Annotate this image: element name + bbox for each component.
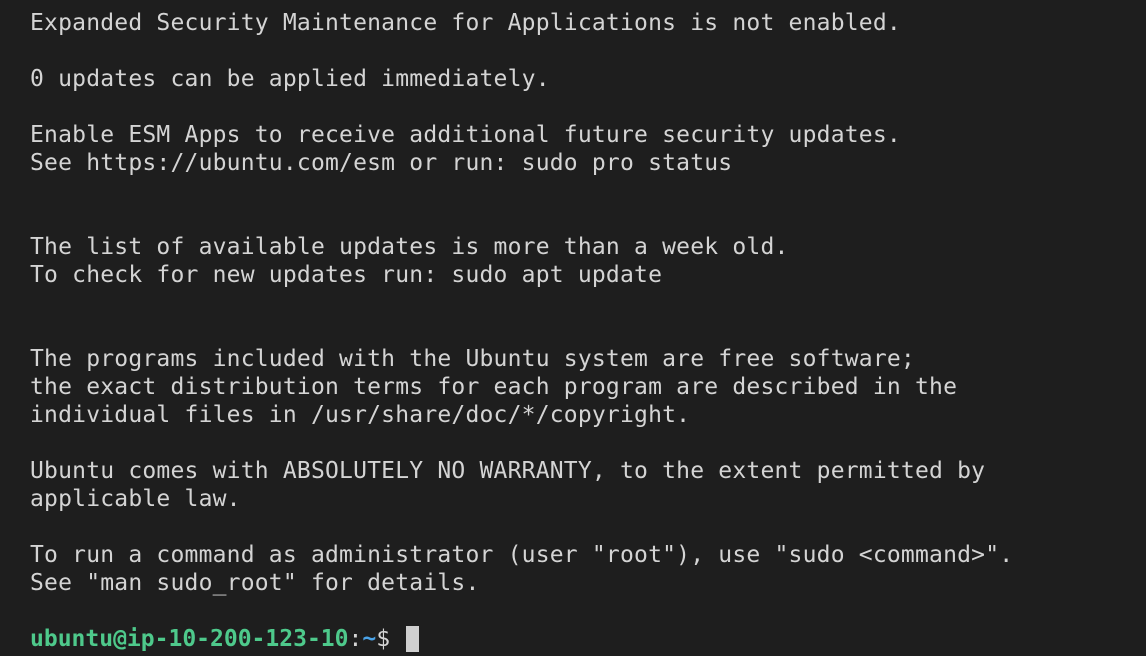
prompt-path: ~ xyxy=(362,626,377,652)
output-line: Ubuntu comes with ABSOLUTELY NO WARRANTY… xyxy=(30,458,986,484)
output-line: 0 updates can be applied immediately. xyxy=(30,66,550,92)
prompt-separator: : xyxy=(348,626,363,652)
output-line: applicable law. xyxy=(30,486,241,512)
output-line: Expanded Security Maintenance for Applic… xyxy=(30,10,901,36)
output-line: the exact distribution terms for each pr… xyxy=(30,374,958,400)
text-cursor[interactable] xyxy=(405,626,419,652)
prompt-user-host: ubuntu@ip-10-200-123-10 xyxy=(30,626,349,652)
output-line: The programs included with the Ubuntu sy… xyxy=(30,346,915,372)
output-line: See "man sudo_root" for details. xyxy=(30,570,480,596)
prompt-symbol: $ xyxy=(376,626,404,652)
shell-prompt[interactable]: ubuntu@ip-10-200-123-10: ~ $ xyxy=(30,625,1146,653)
output-line: individual files in /usr/share/doc/*/cop… xyxy=(30,402,691,428)
output-line: To run a command as administrator (user … xyxy=(30,542,1014,568)
output-line: To check for new updates run: sudo apt u… xyxy=(30,262,663,288)
terminal-output: Expanded Security Maintenance for Applic… xyxy=(30,9,1146,625)
output-line: The list of available updates is more th… xyxy=(30,234,789,260)
output-line: Enable ESM Apps to receive additional fu… xyxy=(30,122,901,148)
output-line: See https://ubuntu.com/esm or run: sudo … xyxy=(30,150,733,176)
terminal-window[interactable]: Expanded Security Maintenance for Applic… xyxy=(0,0,1146,656)
